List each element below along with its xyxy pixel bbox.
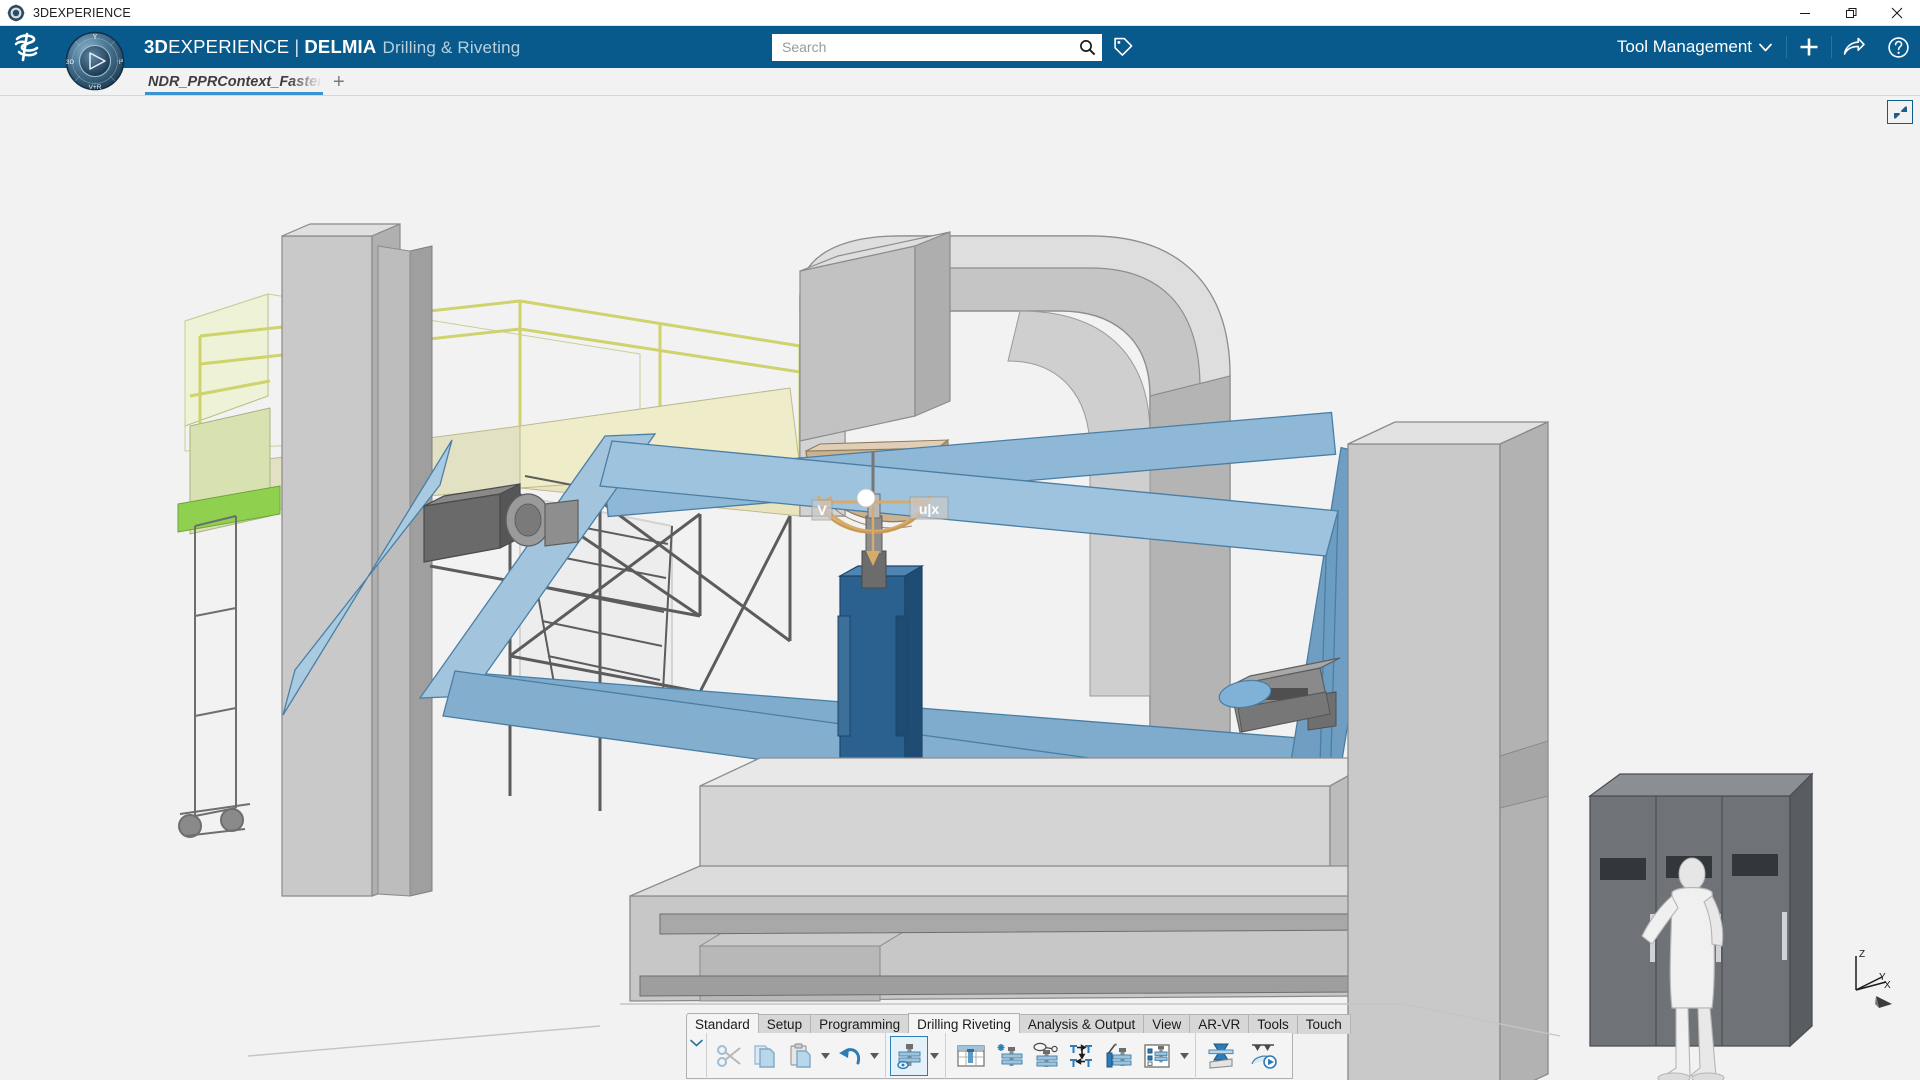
action-tab-label: AR-VR (1198, 1017, 1240, 1032)
chevron-down-icon (1759, 37, 1772, 57)
action-tab-analysis-output[interactable]: Analysis & Output (1019, 1014, 1144, 1034)
transfer-fastener-icon[interactable] (1064, 1036, 1100, 1076)
cut-scissors-icon[interactable] (711, 1036, 747, 1076)
document-tab-active-indicator (145, 92, 323, 95)
action-tab-view[interactable]: View (1143, 1014, 1190, 1034)
compass-east-label: i³ (119, 59, 124, 66)
action-tab-label: Analysis & Output (1028, 1017, 1135, 1032)
fastener-view-dropdown-arrow[interactable] (928, 1036, 941, 1076)
action-tab-label: Tools (1257, 1017, 1289, 1032)
restore-button[interactable] (1828, 0, 1874, 26)
brand-separator: | (294, 36, 299, 57)
compass-container: Y i³ V+R 3D (56, 26, 134, 68)
tag-icon[interactable] (1102, 26, 1144, 68)
fastener-properties-icon[interactable] (1136, 1036, 1178, 1076)
action-tab-label: Programming (819, 1017, 900, 1032)
scene-gantry-head (800, 232, 950, 441)
toolbar-group-current-fastener (885, 1033, 945, 1079)
fastener-view-icon[interactable] (890, 1036, 928, 1076)
action-tab-label: View (1152, 1017, 1181, 1032)
window-title: 3DEXPERIENCE (33, 6, 131, 20)
toolbar-group-clipboard (707, 1033, 885, 1079)
action-tab-label: Drilling Riveting (917, 1017, 1011, 1032)
toolbar-group-fastener-tools (945, 1033, 1195, 1079)
help-circle-icon[interactable] (1876, 26, 1920, 68)
header-right-actions: Tool Management (1607, 26, 1920, 68)
scene-left-column (282, 224, 432, 896)
fastener-table-icon[interactable] (950, 1036, 992, 1076)
action-bar: Standard Setup Programming Drilling Rive… (686, 1013, 1350, 1080)
brand-suite: DELMIA (304, 36, 376, 57)
fastener-wand-icon[interactable] (1100, 1036, 1136, 1076)
paste-dropdown-arrow[interactable] (819, 1036, 832, 1076)
scene-machine-bed (630, 758, 1400, 1001)
toolbar-group-riveting-ops (1195, 1033, 1288, 1079)
share-arrow-icon[interactable] (1832, 26, 1876, 68)
window-titlebar: 3DEXPERIENCE (0, 0, 1920, 26)
window-controls (1782, 0, 1920, 26)
undo-dropdown-arrow[interactable] (868, 1036, 881, 1076)
manipulator-label-v: V (812, 500, 832, 520)
app-header: Y i³ V+R 3D 3DEXPERIENCE|DELMIADrilling … (0, 26, 1920, 68)
app-compass-icon (7, 4, 25, 22)
riveting-operation-icon[interactable] (1200, 1036, 1242, 1076)
search-zone (772, 26, 1144, 68)
compass-north-label: Y (93, 34, 98, 41)
axis-triad: Z Y X (1846, 948, 1898, 1012)
toolbar-expand-handle[interactable] (687, 1033, 707, 1079)
action-bar-tabs: Standard Setup Programming Drilling Rive… (686, 1013, 1350, 1034)
compass-south-label: V+R (89, 84, 102, 91)
brand-title: 3DEXPERIENCE|DELMIA Drilling & Riveting (144, 36, 520, 58)
manipulator-label-ux: u|x (910, 497, 948, 519)
action-bar-toolbar (686, 1033, 1293, 1079)
paste-icon[interactable] (783, 1036, 819, 1076)
3d-viewport[interactable]: V u|x (0, 96, 1920, 1080)
fastener-properties-dropdown-arrow[interactable] (1178, 1036, 1191, 1076)
close-button[interactable] (1874, 0, 1920, 26)
copy-icon[interactable] (747, 1036, 783, 1076)
document-tab-label: NDR_PPRContext_Fastener (148, 74, 320, 90)
new-fastener-icon[interactable] (992, 1036, 1028, 1076)
action-tab-ar-vr[interactable]: AR-VR (1189, 1014, 1249, 1034)
fastener-link-icon[interactable] (1028, 1036, 1064, 1076)
action-tab-label: Touch (1306, 1017, 1342, 1032)
action-tab-setup[interactable]: Setup (758, 1014, 811, 1034)
brand-thin: EXPERIENCE (168, 36, 289, 57)
scene-right-column (1348, 422, 1548, 1080)
compass-west-label: 3D (66, 59, 75, 66)
action-tab-programming[interactable]: Programming (810, 1014, 909, 1034)
search-box[interactable] (772, 34, 1102, 61)
axis-x-label: X (1884, 980, 1891, 991)
brand-app: Drilling & Riveting (382, 38, 520, 57)
action-tab-standard[interactable]: Standard (686, 1013, 759, 1034)
svg-text:V: V (817, 502, 827, 518)
add-button[interactable] (1787, 26, 1831, 68)
3dexperience-compass[interactable]: Y i³ V+R 3D (58, 24, 132, 98)
axis-z-label: Z (1859, 949, 1865, 960)
action-tab-tools[interactable]: Tools (1248, 1014, 1298, 1034)
action-tab-label: Setup (767, 1017, 802, 1032)
collapse-arrows-icon[interactable] (1887, 100, 1913, 124)
add-tab-button[interactable]: + (323, 72, 355, 92)
role-menu[interactable]: Tool Management (1607, 37, 1786, 57)
document-tab-strip: NDR_PPRContext_Fastener + (0, 68, 1920, 96)
document-tab[interactable]: NDR_PPRContext_Fastener (145, 68, 323, 95)
role-label: Tool Management (1617, 37, 1752, 57)
simulate-riveting-icon[interactable] (1242, 1036, 1284, 1076)
search-input[interactable] (782, 39, 1076, 55)
3ds-logo-icon[interactable] (0, 26, 56, 68)
action-tab-drilling-riveting[interactable]: Drilling Riveting (908, 1013, 1020, 1034)
brand-bold: 3D (144, 36, 168, 57)
3d-scene: V u|x (0, 96, 1920, 1080)
svg-text:u|x: u|x (919, 501, 939, 517)
search-icon[interactable] (1076, 39, 1098, 56)
action-tab-touch[interactable]: Touch (1297, 1014, 1351, 1034)
minimize-button[interactable] (1782, 0, 1828, 26)
action-tab-label: Standard (695, 1017, 750, 1032)
undo-icon[interactable] (832, 1036, 868, 1076)
